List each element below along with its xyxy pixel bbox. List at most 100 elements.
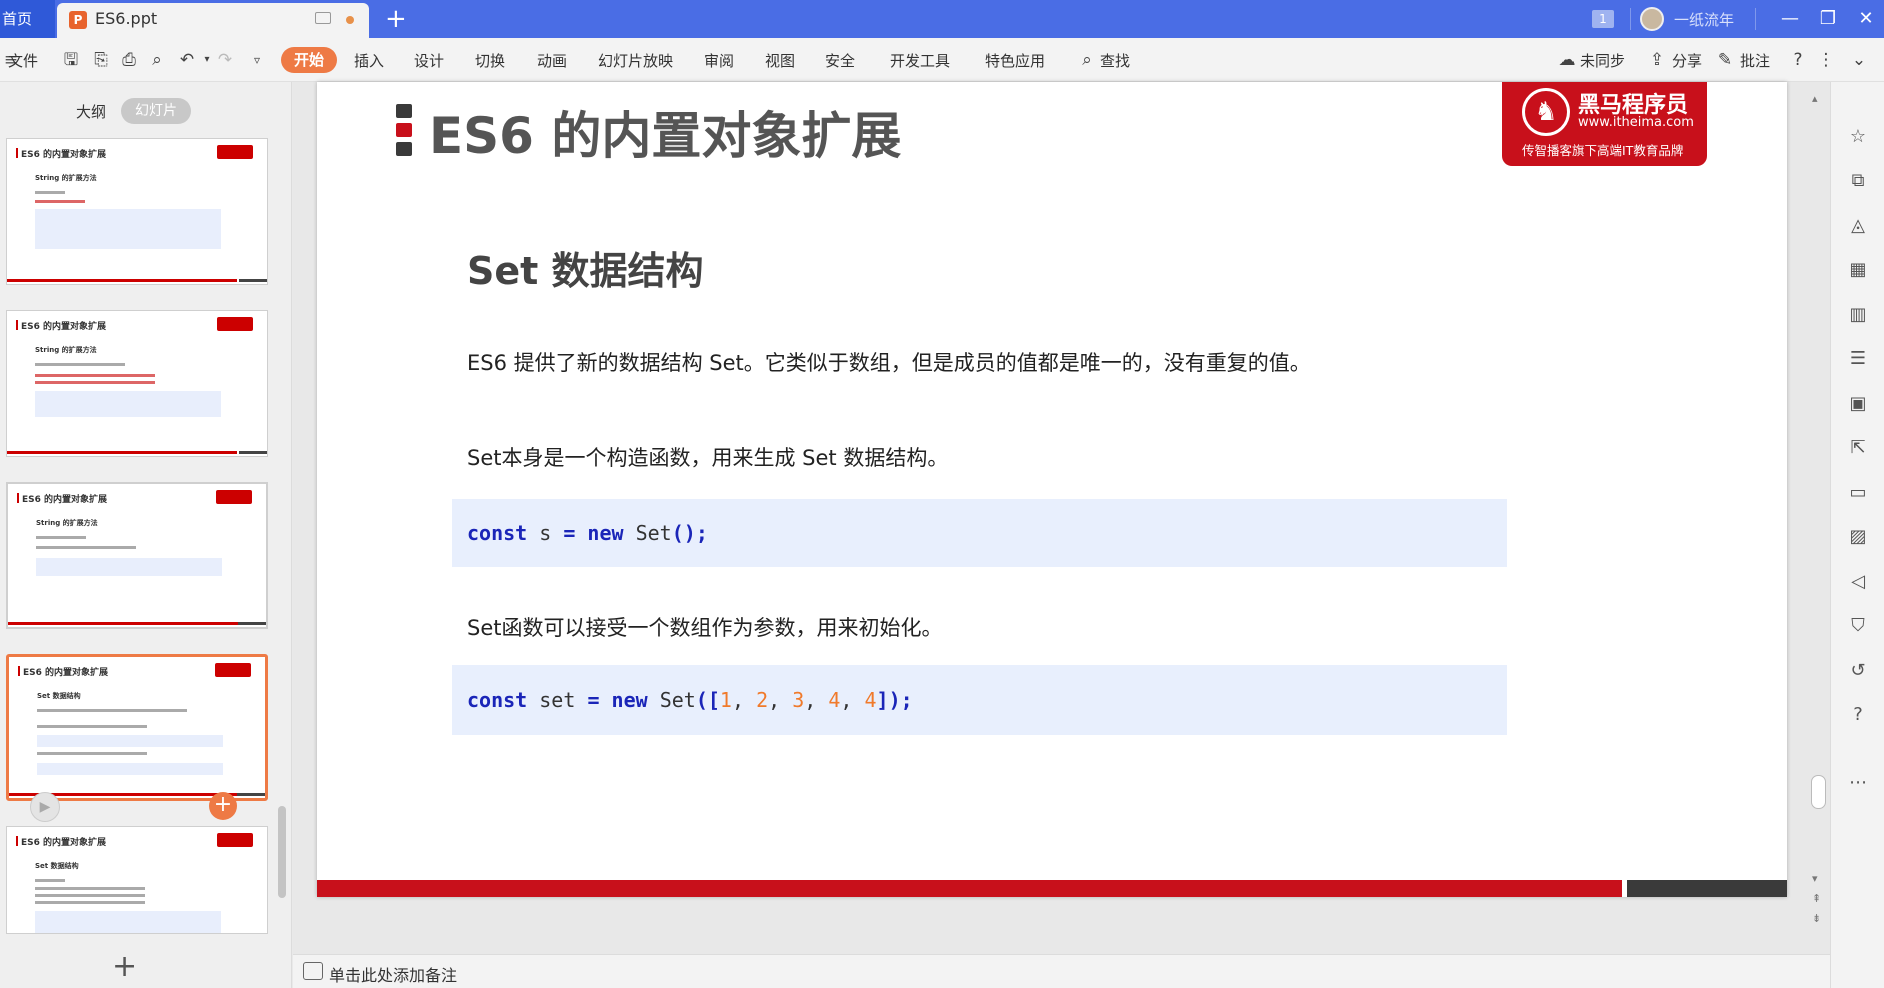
slide-footer-bar xyxy=(317,880,1622,897)
slide-thumbnail-4[interactable]: ES6 的内置对象扩展 Set 数据结构 xyxy=(6,654,268,801)
document-tab[interactable]: P ES6.ppt xyxy=(57,3,369,38)
image-icon[interactable]: ▨ xyxy=(1847,526,1869,548)
archive-icon[interactable]: ▭ xyxy=(1847,482,1869,504)
thumb-title-mark xyxy=(18,666,20,676)
undo-icon[interactable]: ↶ xyxy=(176,49,198,71)
print-preview-icon[interactable]: ⌕ xyxy=(146,49,168,71)
tab-review[interactable]: 审阅 xyxy=(704,50,734,71)
settings-sliders-icon[interactable]: ☰ xyxy=(1847,348,1869,370)
tab-developer[interactable]: 开发工具 xyxy=(890,50,950,71)
new-tab-button[interactable]: + xyxy=(385,3,407,35)
slide-paragraph[interactable]: ES6 提供了新的数据结构 Set。它类似于数组，但是成员的值都是唯一的，没有重… xyxy=(467,347,1311,377)
more-icon[interactable]: ⋯ xyxy=(1847,772,1869,794)
slide-thumbnail-3[interactable]: ES6 的内置对象扩展 String 的扩展方法 xyxy=(6,482,268,629)
thumb-footer-bar xyxy=(7,279,237,282)
user-name[interactable]: 一纸流年 xyxy=(1674,9,1734,30)
layers-icon[interactable]: ◬ xyxy=(1847,215,1869,237)
monitor-icon[interactable] xyxy=(315,12,331,24)
code-number: 4 xyxy=(828,688,841,712)
save-icon[interactable]: 🖫 xyxy=(60,49,82,71)
thumb-text-line xyxy=(35,879,65,882)
tab-special-apps[interactable]: 特色应用 xyxy=(985,50,1045,71)
tab-outline[interactable]: 大纲 xyxy=(76,98,106,126)
tab-insert[interactable]: 插入 xyxy=(354,50,384,71)
scroll-down-icon[interactable]: ▾ xyxy=(1812,872,1818,885)
thumb-text-line xyxy=(35,363,125,366)
scroll-up-icon[interactable]: ▴ xyxy=(1812,92,1818,105)
thumb-title: ES6 的内置对象扩展 xyxy=(21,150,107,160)
star-icon[interactable]: ☆ xyxy=(1847,126,1869,148)
share-icon[interactable]: ⇪ xyxy=(1646,49,1668,71)
thumb-text-line xyxy=(35,901,145,904)
notes-placeholder[interactable]: 单击此处添加备注 xyxy=(329,962,457,986)
sync-status[interactable]: 未同步 xyxy=(1580,50,1625,71)
minimize-button[interactable]: — xyxy=(1775,4,1805,34)
notes-bar[interactable]: 单击此处添加备注 xyxy=(293,954,1830,988)
thumb-code-block xyxy=(37,763,223,775)
tab-slideshow[interactable]: 幻灯片放映 xyxy=(598,50,673,71)
slide-paragraph[interactable]: Set函数可以接受一个数组作为参数，用来初始化。 xyxy=(467,612,942,642)
switch-slide-icon[interactable]: ⧉ xyxy=(1847,170,1869,192)
slide-footer-bar xyxy=(1627,880,1787,897)
tab-view[interactable]: 视图 xyxy=(765,50,795,71)
slide-paragraph[interactable]: Set本身是一个构造函数，用来生成 Set 数据结构。 xyxy=(467,442,948,472)
slide-thumbnail-2[interactable]: ES6 的内置对象扩展 String 的扩展方法 xyxy=(6,310,268,457)
history-icon[interactable]: ↺ xyxy=(1847,660,1869,682)
add-slide-button[interactable]: + xyxy=(112,952,137,982)
insert-slide-button[interactable]: + xyxy=(209,792,237,820)
collapse-ribbon-icon[interactable]: ⌄ xyxy=(1848,49,1870,71)
thumb-subtitle: String 的扩展方法 xyxy=(36,519,98,527)
thumb-subtitle: Set 数据结构 xyxy=(35,862,79,870)
more-options-icon[interactable]: ⋮ xyxy=(1815,49,1837,71)
home-tab[interactable]: 首页 xyxy=(0,0,55,38)
search-icon[interactable]: ⌕ xyxy=(1076,49,1098,71)
avatar[interactable] xyxy=(1640,7,1664,31)
right-sidebar: ☆ ⧉ ◬ ▦ ▥ ☰ ▣ ⇱ ▭ ▨ ◁ ⛉ ↺ ? ⋯ xyxy=(1830,82,1884,988)
shield-icon[interactable]: ⛉ xyxy=(1847,615,1869,637)
slide-thumbnail-1[interactable]: ES6 的内置对象扩展 String 的扩展方法 xyxy=(6,138,268,285)
play-slide-icon[interactable]: ▶ xyxy=(30,792,60,822)
share-button[interactable]: 分享 xyxy=(1672,50,1702,71)
comment-button[interactable]: 批注 xyxy=(1740,50,1770,71)
canvas-scrollbar-thumb[interactable] xyxy=(1811,775,1826,809)
tab-slides[interactable]: 幻灯片 xyxy=(121,98,191,124)
thumb-text-line xyxy=(37,752,147,755)
search-button[interactable]: 查找 xyxy=(1100,50,1130,71)
restore-button[interactable]: ❐ xyxy=(1813,4,1843,34)
redo-icon[interactable]: ↷ xyxy=(214,49,236,71)
window-count-badge[interactable]: 1 xyxy=(1592,10,1614,28)
audio-icon[interactable]: ◁ xyxy=(1847,571,1869,593)
tab-transition[interactable]: 切换 xyxy=(475,50,505,71)
slide-heading[interactable]: Set 数据结构 xyxy=(467,240,704,295)
thumb-logo xyxy=(217,833,253,847)
gallery-icon[interactable]: ▣ xyxy=(1847,393,1869,415)
comment-icon[interactable]: ✎ xyxy=(1714,49,1736,71)
chart-icon[interactable]: ▥ xyxy=(1847,304,1869,326)
file-menu[interactable]: 文件 xyxy=(8,50,38,71)
tab-security[interactable]: 安全 xyxy=(825,50,855,71)
slide[interactable]: ES6 的内置对象扩展 ♞ 黑马程序员 www.itheima.com 传智播客… xyxy=(317,82,1787,897)
panel-scrollbar[interactable] xyxy=(278,806,286,898)
slide-title[interactable]: ES6 的内置对象扩展 xyxy=(429,96,901,168)
slide-thumbnail-5[interactable]: ES6 的内置对象扩展 Set 数据结构 xyxy=(6,826,268,934)
cloud-sync-icon[interactable]: ☁ xyxy=(1556,49,1578,71)
print-icon[interactable]: ⎙ xyxy=(118,49,140,71)
prev-slide-icon[interactable]: ⇞ xyxy=(1812,892,1821,905)
export-icon[interactable]: ⇱ xyxy=(1847,437,1869,459)
next-slide-icon[interactable]: ⇟ xyxy=(1812,912,1821,925)
ribbon-toolbar: ≡ 文件 🖫 ⎘ ⎙ ⌕ ↶ ▾ ↷ ▿ 开始 插入 设计 切换 动画 幻灯片放… xyxy=(0,38,1884,82)
thumb-text-line xyxy=(35,374,155,377)
format-painter-icon[interactable]: ⎘ xyxy=(90,49,112,71)
tab-animation[interactable]: 动画 xyxy=(537,50,567,71)
tab-home-ribbon[interactable]: 开始 xyxy=(281,47,337,73)
quick-access-dropdown-icon[interactable]: ▿ xyxy=(246,49,268,71)
horse-logo-icon: ♞ xyxy=(1522,88,1570,136)
code-keyword: const xyxy=(467,688,528,712)
help-circle-icon[interactable]: ? xyxy=(1847,704,1869,726)
help-icon[interactable]: ? xyxy=(1787,49,1809,71)
close-button[interactable]: ✕ xyxy=(1851,4,1881,34)
code-block[interactable]: const set = new Set([1, 2, 3, 4, 4]); xyxy=(452,665,1507,735)
grid-icon[interactable]: ▦ xyxy=(1847,259,1869,281)
tab-design[interactable]: 设计 xyxy=(414,50,444,71)
code-block[interactable]: const s = new Set(); xyxy=(452,499,1507,567)
